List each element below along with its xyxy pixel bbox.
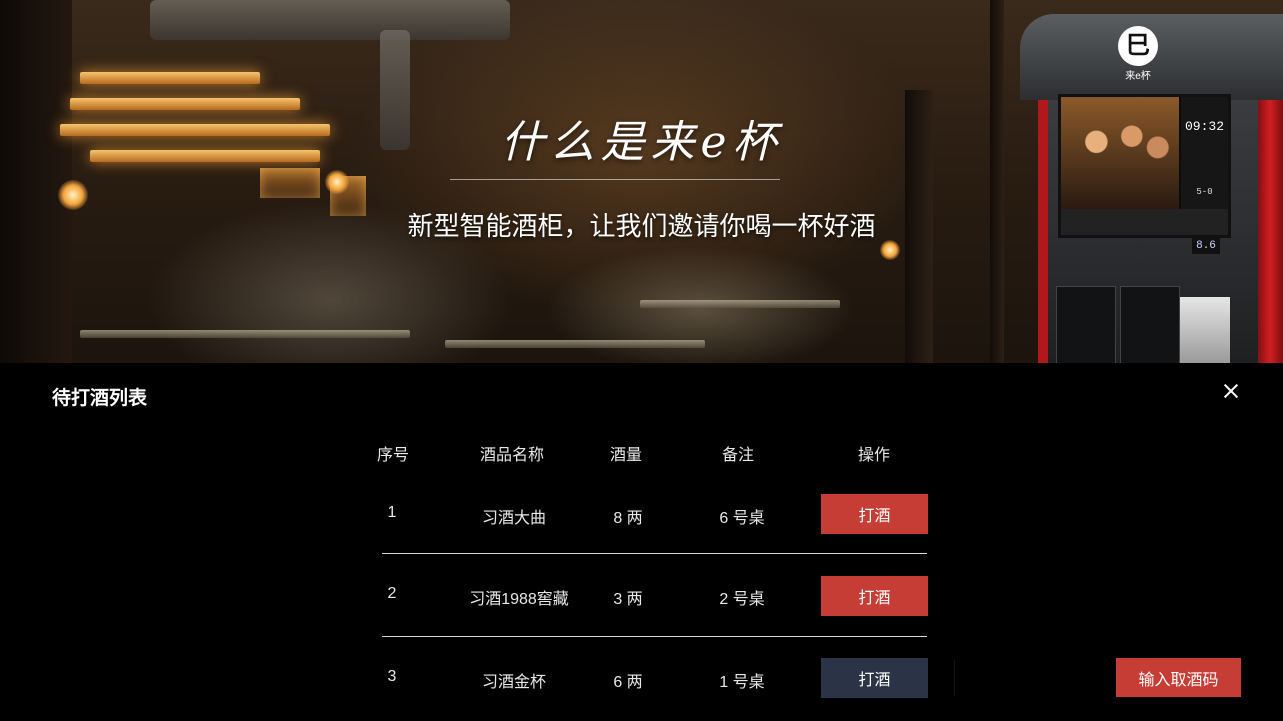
pour-button-row-1[interactable]: 打酒 [821, 494, 928, 534]
footer-divider [954, 660, 955, 696]
machine-receipt-panel [1180, 297, 1230, 363]
column-header-amount: 酒量 [609, 447, 642, 464]
row-1-no: 1 [387, 504, 397, 521]
screen-clock: 09:32 [1184, 119, 1224, 134]
screen-bottom-bar [1061, 209, 1228, 235]
machine-red-trim [1038, 98, 1048, 363]
wine-cabinet-machine: 巳 来e杯 09:32 5-0 8.6 [1020, 14, 1283, 363]
row-1-note: 6 号桌 [719, 510, 765, 527]
row-3-note: 1 号桌 [719, 674, 765, 691]
pour-button-row-2[interactable]: 打酒 [821, 576, 928, 616]
panel-title: 待打酒列表 [52, 388, 148, 409]
row-divider [382, 553, 927, 554]
wall-lamp [325, 170, 349, 194]
hero-dark-edge [0, 0, 72, 363]
pour-button-row-3[interactable]: 打酒 [821, 658, 928, 698]
row-2-no: 2 [387, 585, 397, 602]
brand-logo-text: 来e杯 [1125, 71, 1151, 82]
restaurant-table [445, 340, 705, 348]
restaurant-table [80, 330, 410, 338]
wall-lamp [880, 240, 900, 260]
ceiling-duct [150, 0, 510, 40]
hero-divider [450, 179, 780, 180]
pillar [990, 0, 1004, 363]
screen-photo [1061, 97, 1179, 209]
light-beam [80, 72, 260, 84]
row-3-name: 习酒金杯 [481, 674, 546, 691]
column-header-name: 酒品名称 [479, 447, 544, 464]
row-2-note: 2 号桌 [719, 591, 765, 608]
row-2-name: 习酒1988窖藏 [469, 591, 569, 608]
enter-pickup-code-button[interactable]: 输入取酒码 [1116, 658, 1241, 697]
hanging-lamp [260, 168, 320, 198]
column-header-note: 备注 [721, 447, 754, 464]
row-3-amount: 6 两 [613, 674, 643, 691]
machine-screen: 09:32 5-0 [1058, 94, 1231, 238]
machine-dispense-slot [1056, 286, 1116, 363]
screen-score: 5-0 [1196, 187, 1213, 197]
machine-digit-display: 8.6 [1192, 238, 1220, 254]
restaurant-counter [640, 300, 840, 308]
machine-red-side [1257, 74, 1283, 363]
machine-dispense-slot [1120, 286, 1180, 363]
row-divider [382, 636, 927, 637]
hero-banner: 什么是来e杯 新型智能酒柜，让我们邀请你喝一杯好酒 巳 来e杯 09:32 5-… [0, 0, 1283, 363]
column-header-no: 序号 [376, 447, 409, 464]
row-3-no: 3 [387, 668, 397, 685]
row-1-name: 习酒大曲 [481, 510, 546, 527]
brand-logo-icon: 巳 [1118, 26, 1158, 66]
row-1-amount: 8 两 [613, 510, 643, 527]
column-header-action: 操作 [857, 447, 890, 464]
row-2-amount: 3 两 [613, 591, 643, 608]
close-icon[interactable] [1222, 382, 1240, 400]
